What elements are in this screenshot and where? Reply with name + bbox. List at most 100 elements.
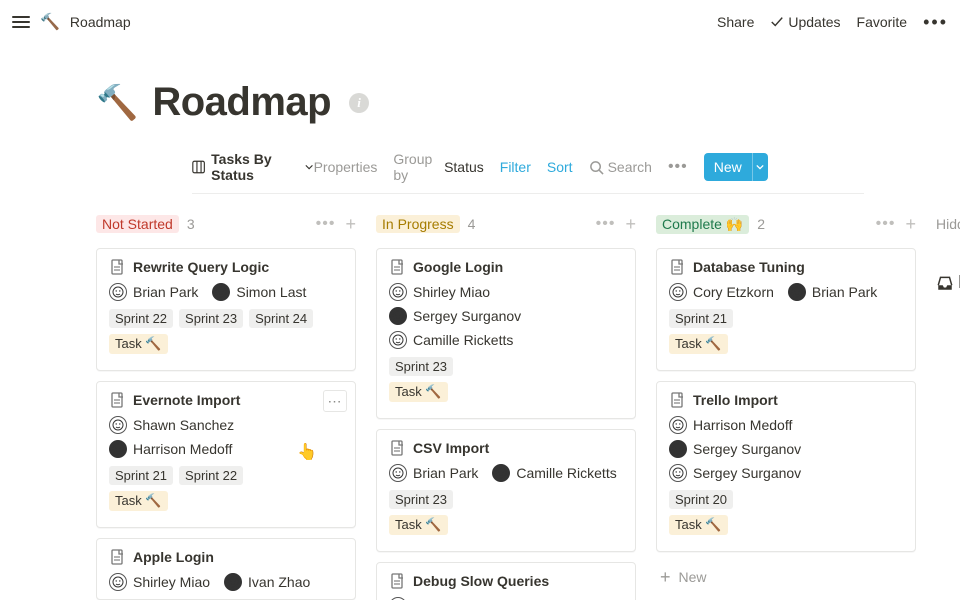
sprint-tag[interactable]: Sprint 23 — [389, 357, 453, 376]
assignee-name: Camille Ricketts — [413, 332, 513, 348]
assignee: Shawn Sanchez — [109, 416, 234, 434]
document-icon — [109, 259, 125, 275]
assignee-name: Sergey Surganov — [413, 308, 521, 324]
board-column-not_started: Not Started 3 ••• + Rewrite Query Logic … — [96, 210, 356, 600]
card-menu[interactable]: ⋯ — [323, 390, 347, 412]
sprint-tag[interactable]: Sprint 24 — [249, 309, 313, 328]
sprint-tag[interactable]: Sprint 23 — [389, 490, 453, 509]
type-tag[interactable]: Task 🔨 — [669, 334, 728, 354]
chevron-down-icon — [305, 162, 313, 172]
card-title: Rewrite Query Logic — [133, 259, 269, 275]
sprint-tag[interactable]: Sprint 23 — [179, 309, 243, 328]
assignee-name: Sergey Surganov — [693, 465, 801, 481]
properties-button[interactable]: Properties — [314, 159, 378, 175]
board-icon — [192, 159, 205, 175]
column-label[interactable]: Complete 🙌 — [656, 215, 749, 234]
view-more-menu[interactable]: ••• — [668, 158, 688, 176]
sort-button[interactable]: Sort — [547, 159, 573, 175]
column-label[interactable]: In Progress — [376, 215, 460, 233]
sprint-tag[interactable]: Sprint 20 — [669, 490, 733, 509]
sprint-tag[interactable]: Sprint 22 — [109, 309, 173, 328]
avatar — [669, 464, 687, 482]
card[interactable]: Debug Slow Queries Leslie Jensen — [376, 562, 636, 600]
add-card-label: New — [679, 569, 707, 585]
type-tag[interactable]: Task 🔨 — [109, 334, 168, 354]
card[interactable]: Trello Import Harrison MedoffSergey Surg… — [656, 381, 916, 552]
page-icon[interactable]: 🔨 — [96, 83, 138, 123]
search-button[interactable]: Search — [589, 159, 652, 175]
assignee: Simon Last — [212, 283, 306, 301]
column-add[interactable]: + — [345, 215, 356, 233]
column-add[interactable]: + — [625, 215, 636, 233]
column-label[interactable]: Not Started — [96, 215, 179, 233]
card-title: CSV Import — [413, 440, 489, 456]
hidden-label: Hidd — [936, 216, 960, 232]
info-icon[interactable]: i — [349, 93, 369, 113]
groupby-button[interactable]: Group by Status — [393, 151, 483, 183]
assignee: Harrison Medoff — [109, 440, 232, 458]
type-tag[interactable]: Task 🔨 — [109, 491, 168, 511]
column-add[interactable]: + — [905, 215, 916, 233]
avatar — [224, 573, 242, 591]
card-title: Database Tuning — [693, 259, 805, 275]
sprint-tag[interactable]: Sprint 21 — [109, 466, 173, 485]
document-icon — [109, 392, 125, 408]
updates-button[interactable]: Updates — [770, 14, 840, 30]
avatar — [669, 283, 687, 301]
new-button-chevron[interactable] — [752, 153, 768, 181]
view-switcher[interactable]: Tasks By Status — [192, 151, 314, 183]
assignee-name: Cory Etzkorn — [693, 284, 774, 300]
sprint-tag[interactable]: Sprint 22 — [179, 466, 243, 485]
page-icon-small: 🔨 — [40, 12, 60, 32]
type-tag[interactable]: Task 🔨 — [389, 515, 448, 535]
hidden-groups-column[interactable]: Hidd N — [936, 210, 960, 600]
column-count: 4 — [468, 216, 476, 232]
column-menu[interactable]: ••• — [316, 215, 336, 233]
assignee-name: Sergey Surganov — [693, 441, 801, 457]
card[interactable]: Google Login Shirley Miao Sergey Surganov… — [376, 248, 636, 419]
card[interactable]: ⋯👆 Evernote Import Shawn SanchezHarrison… — [96, 381, 356, 528]
column-menu[interactable]: ••• — [876, 215, 896, 233]
type-tag[interactable]: Task 🔨 — [389, 382, 448, 402]
new-button[interactable]: New — [704, 153, 768, 181]
groupby-prefix: Group by — [393, 151, 440, 183]
avatar — [389, 283, 407, 301]
sprint-tag[interactable]: Sprint 21 — [669, 309, 733, 328]
card[interactable]: Apple Login Shirley MiaoIvan Zhao — [96, 538, 356, 600]
avatar — [788, 283, 806, 301]
filter-button[interactable]: Filter — [500, 159, 531, 175]
assignee: Sergey Surganov — [669, 464, 801, 482]
avatar — [109, 573, 127, 591]
assignee-name: Shirley Miao — [413, 284, 490, 300]
card[interactable]: Database Tuning Cory Etzkorn Brian Park S… — [656, 248, 916, 371]
card-title: Google Login — [413, 259, 503, 275]
favorite-button[interactable]: Favorite — [857, 14, 908, 30]
assignee: Sergey Surganov — [669, 440, 801, 458]
page-title[interactable]: Roadmap — [152, 80, 331, 125]
breadcrumb[interactable]: Roadmap — [70, 14, 131, 30]
card-title: Evernote Import — [133, 392, 240, 408]
assignee: Shirley Miao — [109, 573, 210, 591]
card-title: Apple Login — [133, 549, 214, 565]
document-icon — [669, 259, 685, 275]
avatar — [109, 440, 127, 458]
assignee: Shirley Miao — [389, 283, 490, 301]
column-menu[interactable]: ••• — [596, 215, 616, 233]
column-count: 2 — [757, 216, 765, 232]
assignee: Brian Park — [788, 283, 877, 301]
card-title: Trello Import — [693, 392, 778, 408]
document-icon — [669, 392, 685, 408]
avatar — [109, 283, 127, 301]
assignee: Camille Ricketts — [389, 331, 513, 349]
sidebar-toggle[interactable] — [12, 16, 30, 28]
add-card[interactable]: +New — [656, 562, 916, 592]
card[interactable]: CSV Import Brian ParkCamille Ricketts Sp… — [376, 429, 636, 552]
card[interactable]: Rewrite Query Logic Brian ParkSimon Last… — [96, 248, 356, 371]
assignee-name: Brian Park — [812, 284, 877, 300]
no-status-group[interactable]: N — [936, 272, 960, 293]
type-tag[interactable]: Task 🔨 — [669, 515, 728, 535]
assignee: Sergey Surganov — [389, 307, 521, 325]
share-button[interactable]: Share — [717, 14, 754, 30]
chevron-down-icon — [756, 163, 764, 171]
more-menu[interactable]: ••• — [923, 12, 948, 33]
